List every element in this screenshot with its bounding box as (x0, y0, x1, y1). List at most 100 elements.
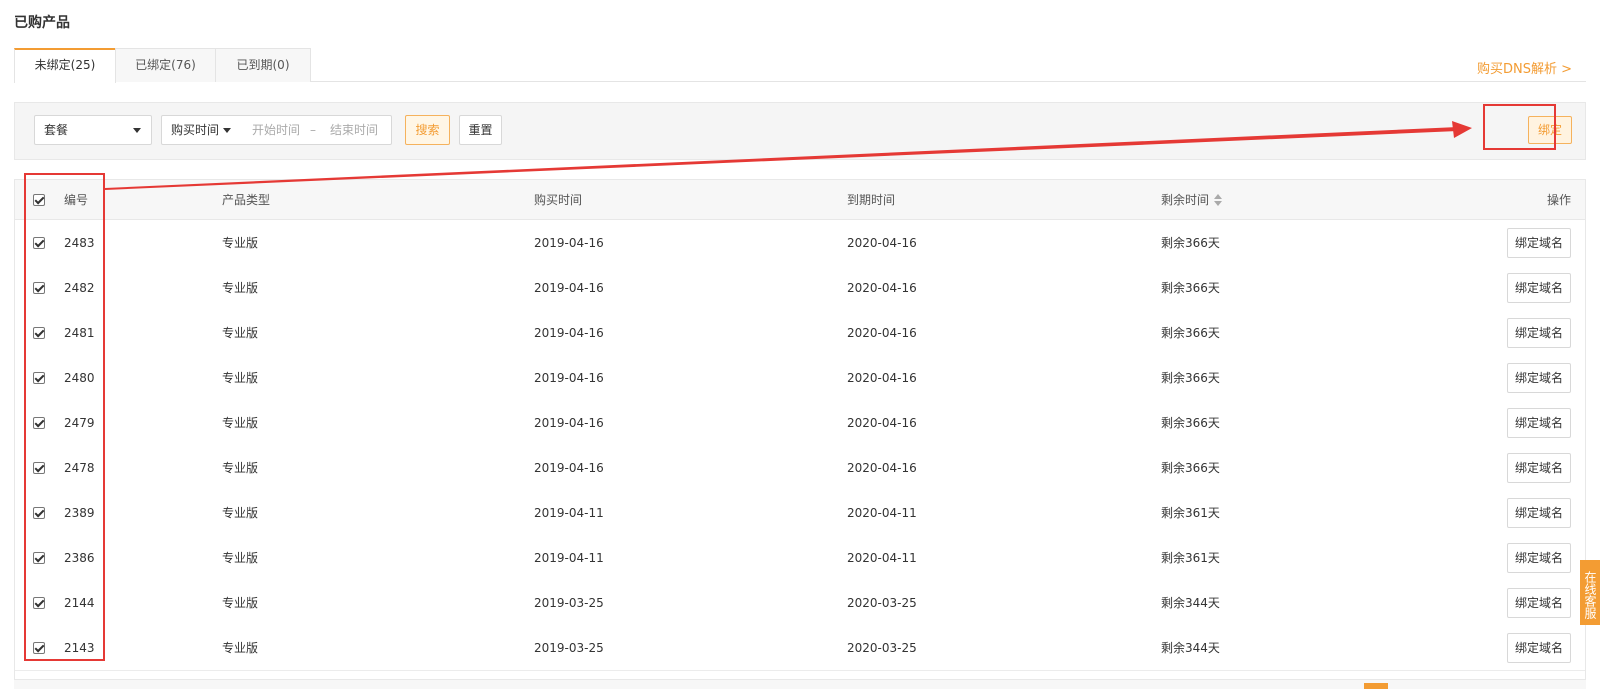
sort-icon[interactable] (1214, 193, 1223, 206)
bind-button[interactable]: 绑定 (1528, 116, 1572, 144)
tab-bound[interactable]: 已绑定(76) (115, 48, 216, 82)
row-type: 专业版 (222, 236, 259, 250)
row-remaining: 剩余344天 (1161, 641, 1220, 655)
bind-domain-button[interactable]: 绑定域名 (1507, 633, 1571, 663)
row-expire-time: 2020-04-11 (847, 506, 917, 520)
range-separator: – (310, 123, 316, 137)
row-id: 2480 (64, 371, 95, 385)
table-header: 编号 产品类型 购买时间 到期时间 剩余时间 操作 (15, 180, 1585, 220)
pagination-current-page[interactable] (1364, 683, 1388, 689)
bind-domain-button[interactable]: 绑定域名 (1507, 543, 1571, 573)
header-type: 产品类型 (222, 193, 271, 207)
row-expire-time: 2020-04-11 (847, 551, 917, 565)
products-table: 编号 产品类型 购买时间 到期时间 剩余时间 操作 2483 专业版 2019-04… (14, 179, 1586, 689)
row-checkbox[interactable] (33, 507, 45, 519)
row-expire-time: 2020-04-16 (847, 236, 917, 250)
row-remaining: 剩余361天 (1161, 506, 1220, 520)
table-row: 2481 专业版 2019-04-16 2020-04-16 剩余366天 绑定域名 (15, 310, 1585, 356)
table-row: 2143 专业版 2019-03-25 2020-03-25 剩余344天 绑定域名 (15, 625, 1585, 671)
header-action: 操作 (1546, 193, 1571, 207)
row-buy-time: 2019-04-16 (534, 416, 604, 430)
row-buy-time: 2019-03-25 (534, 596, 604, 610)
row-buy-time: 2019-04-16 (534, 461, 604, 475)
package-select[interactable]: 套餐 (34, 115, 152, 145)
row-remaining: 剩余366天 (1161, 461, 1220, 475)
row-remaining: 剩余344天 (1161, 596, 1220, 610)
row-checkbox[interactable] (33, 597, 45, 609)
bind-domain-button[interactable]: 绑定域名 (1507, 363, 1571, 393)
chevron-down-icon (223, 128, 231, 133)
row-type: 专业版 (222, 371, 259, 385)
row-type: 专业版 (222, 461, 259, 475)
chevron-down-icon (133, 128, 141, 133)
row-buy-time: 2019-04-16 (534, 236, 604, 250)
row-expire-time: 2020-04-16 (847, 326, 917, 340)
table-row: 2480 专业版 2019-04-16 2020-04-16 剩余366天 绑定域名 (15, 355, 1585, 401)
search-button[interactable]: 搜索 (405, 115, 450, 145)
row-expire-time: 2020-03-25 (847, 641, 917, 655)
row-id: 2483 (64, 236, 95, 250)
purchase-date-range[interactable]: 购买时间 开始时间 – 结束时间 (161, 115, 392, 145)
package-select-value: 套餐 (44, 123, 69, 137)
row-expire-time: 2020-03-25 (847, 596, 917, 610)
row-id: 2389 (64, 506, 95, 520)
bind-domain-button[interactable]: 绑定域名 (1507, 273, 1571, 303)
row-checkbox[interactable] (33, 327, 45, 339)
row-type: 专业版 (222, 596, 259, 610)
header-id: 编号 (64, 193, 89, 207)
bind-domain-button[interactable]: 绑定域名 (1507, 588, 1571, 618)
header-remaining[interactable]: 剩余时间 (1161, 180, 1223, 220)
row-buy-time: 2019-04-16 (534, 326, 604, 340)
row-expire-time: 2020-04-16 (847, 461, 917, 475)
header-expire-time: 到期时间 (847, 193, 896, 207)
row-type: 专业版 (222, 416, 259, 430)
tab-expired[interactable]: 已到期(0) (215, 48, 311, 82)
end-date-input[interactable]: 结束时间 (330, 116, 378, 144)
row-checkbox[interactable] (33, 552, 45, 564)
select-all-checkbox[interactable] (33, 194, 45, 206)
bind-domain-button[interactable]: 绑定域名 (1507, 318, 1571, 348)
bind-domain-button[interactable]: 绑定域名 (1507, 228, 1571, 258)
buy-dns-link[interactable]: 购买DNS解析 > (1477, 58, 1572, 77)
row-checkbox[interactable] (33, 642, 45, 654)
row-checkbox[interactable] (33, 462, 45, 474)
row-buy-time: 2019-04-16 (534, 371, 604, 385)
row-id: 2144 (64, 596, 95, 610)
row-type: 专业版 (222, 281, 259, 295)
table-row: 2144 专业版 2019-03-25 2020-03-25 剩余344天 绑定域名 (15, 580, 1585, 626)
pagination-bar (14, 679, 1586, 689)
row-type: 专业版 (222, 506, 259, 520)
time-type-select[interactable]: 购买时间 (171, 116, 219, 144)
online-support-tab[interactable]: 在线客服 (1580, 560, 1600, 625)
table-row: 2389 专业版 2019-04-11 2020-04-11 剩余361天 绑定域名 (15, 490, 1585, 536)
table-row: 2478 专业版 2019-04-16 2020-04-16 剩余366天 绑定域名 (15, 445, 1585, 491)
row-buy-time: 2019-04-16 (534, 281, 604, 295)
row-checkbox[interactable] (33, 237, 45, 249)
tab-unbound[interactable]: 未绑定(25) (14, 48, 116, 83)
row-remaining: 剩余366天 (1161, 326, 1220, 340)
status-tabs: 未绑定(25) 已绑定(76) 已到期(0) 购买DNS解析 > (14, 48, 1586, 83)
row-checkbox[interactable] (33, 417, 45, 429)
start-date-input[interactable]: 开始时间 (252, 116, 300, 144)
bind-domain-button[interactable]: 绑定域名 (1507, 453, 1571, 483)
row-remaining: 剩余366天 (1161, 416, 1220, 430)
reset-button[interactable]: 重置 (459, 115, 502, 145)
row-remaining: 剩余361天 (1161, 551, 1220, 565)
row-remaining: 剩余366天 (1161, 236, 1220, 250)
bind-domain-button[interactable]: 绑定域名 (1507, 498, 1571, 528)
row-id: 2482 (64, 281, 95, 295)
table-row: 2479 专业版 2019-04-16 2020-04-16 剩余366天 绑定域名 (15, 400, 1585, 446)
row-checkbox[interactable] (33, 282, 45, 294)
header-buy-time: 购买时间 (534, 193, 583, 207)
purchased-products-page: 已购产品 未绑定(25) 已绑定(76) 已到期(0) 购买DNS解析 > 套餐… (0, 0, 1600, 689)
row-expire-time: 2020-04-16 (847, 416, 917, 430)
table-row: 2483 专业版 2019-04-16 2020-04-16 剩余366天 绑定域名 (15, 220, 1585, 266)
row-checkbox[interactable] (33, 372, 45, 384)
row-buy-time: 2019-04-11 (534, 551, 604, 565)
bind-domain-button[interactable]: 绑定域名 (1507, 408, 1571, 438)
row-remaining: 剩余366天 (1161, 371, 1220, 385)
row-buy-time: 2019-03-25 (534, 641, 604, 655)
filter-bar: 套餐 购买时间 开始时间 – 结束时间 搜索 重置 绑定 (14, 102, 1586, 160)
row-id: 2479 (64, 416, 95, 430)
table-row: 2386 专业版 2019-04-11 2020-04-11 剩余361天 绑定域名 (15, 535, 1585, 581)
